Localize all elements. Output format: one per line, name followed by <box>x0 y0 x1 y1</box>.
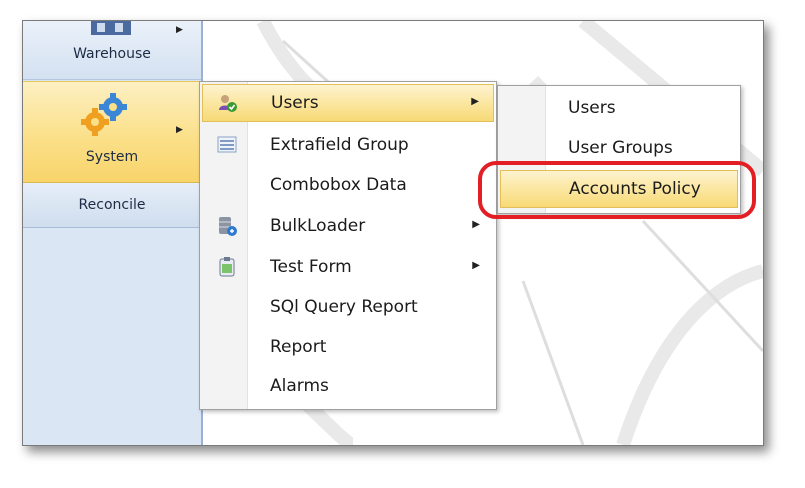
gears-icon <box>81 93 127 136</box>
chevron-right-icon: ▶ <box>472 260 480 271</box>
chevron-right-icon: ▶ <box>176 125 183 135</box>
nav-label-system: System <box>85 149 139 165</box>
database-icon <box>219 217 237 236</box>
chevron-right-icon: ▶ <box>471 96 479 107</box>
chevron-right-icon: ▶ <box>176 25 183 35</box>
menu-item-label: Combobox Data <box>270 175 407 195</box>
highlight-callout <box>478 161 756 219</box>
menu-item-label: Report <box>270 337 327 357</box>
menu-item-combobox-data[interactable]: Combobox Data <box>202 167 494 203</box>
nav-label-reconcile: Reconcile <box>78 197 146 213</box>
menu-item-users[interactable]: Users ▶ <box>202 84 494 122</box>
menu-item-report[interactable]: Report <box>202 329 494 365</box>
users-icon <box>219 95 237 112</box>
menu-item-test-form[interactable]: Test Form ▶ <box>202 249 494 285</box>
menu-item-label: SQl Query Report <box>270 297 418 317</box>
system-menu: Users ▶ Extrafield Group Combobox Data B… <box>199 81 497 410</box>
menu-item-extrafield-group[interactable]: Extrafield Group <box>202 127 494 163</box>
menu-item-label: Users <box>271 93 319 113</box>
nav-item-system[interactable]: System ▶ <box>23 81 201 183</box>
menu-item-label: Test Form <box>270 257 352 277</box>
nav-item-warehouse[interactable]: Warehouse ▶ <box>23 21 201 80</box>
left-navigation: Warehouse ▶ System ▶ Reconcile <box>23 21 203 445</box>
nav-label-warehouse: Warehouse <box>73 46 151 62</box>
submenu-item-users[interactable]: Users <box>500 90 738 126</box>
menu-item-sql-query-report[interactable]: SQl Query Report <box>202 289 494 325</box>
clipboard-icon <box>219 257 235 277</box>
app-window: Warehouse ▶ System ▶ Reconcile Users ▶ E… <box>22 20 764 446</box>
submenu-item-label: Users <box>568 98 616 118</box>
list-icon <box>217 136 237 153</box>
warehouse-icon <box>91 21 131 35</box>
menu-item-bulkloader[interactable]: BulkLoader ▶ <box>202 208 494 244</box>
submenu-item-label: User Groups <box>568 138 673 158</box>
menu-item-label: BulkLoader <box>270 216 366 236</box>
menu-item-alarms[interactable]: Alarms <box>202 368 494 404</box>
nav-item-reconcile[interactable]: Reconcile <box>23 183 201 228</box>
chevron-right-icon: ▶ <box>472 219 480 230</box>
menu-item-label: Alarms <box>270 376 329 396</box>
menu-item-label: Extrafield Group <box>270 135 409 155</box>
